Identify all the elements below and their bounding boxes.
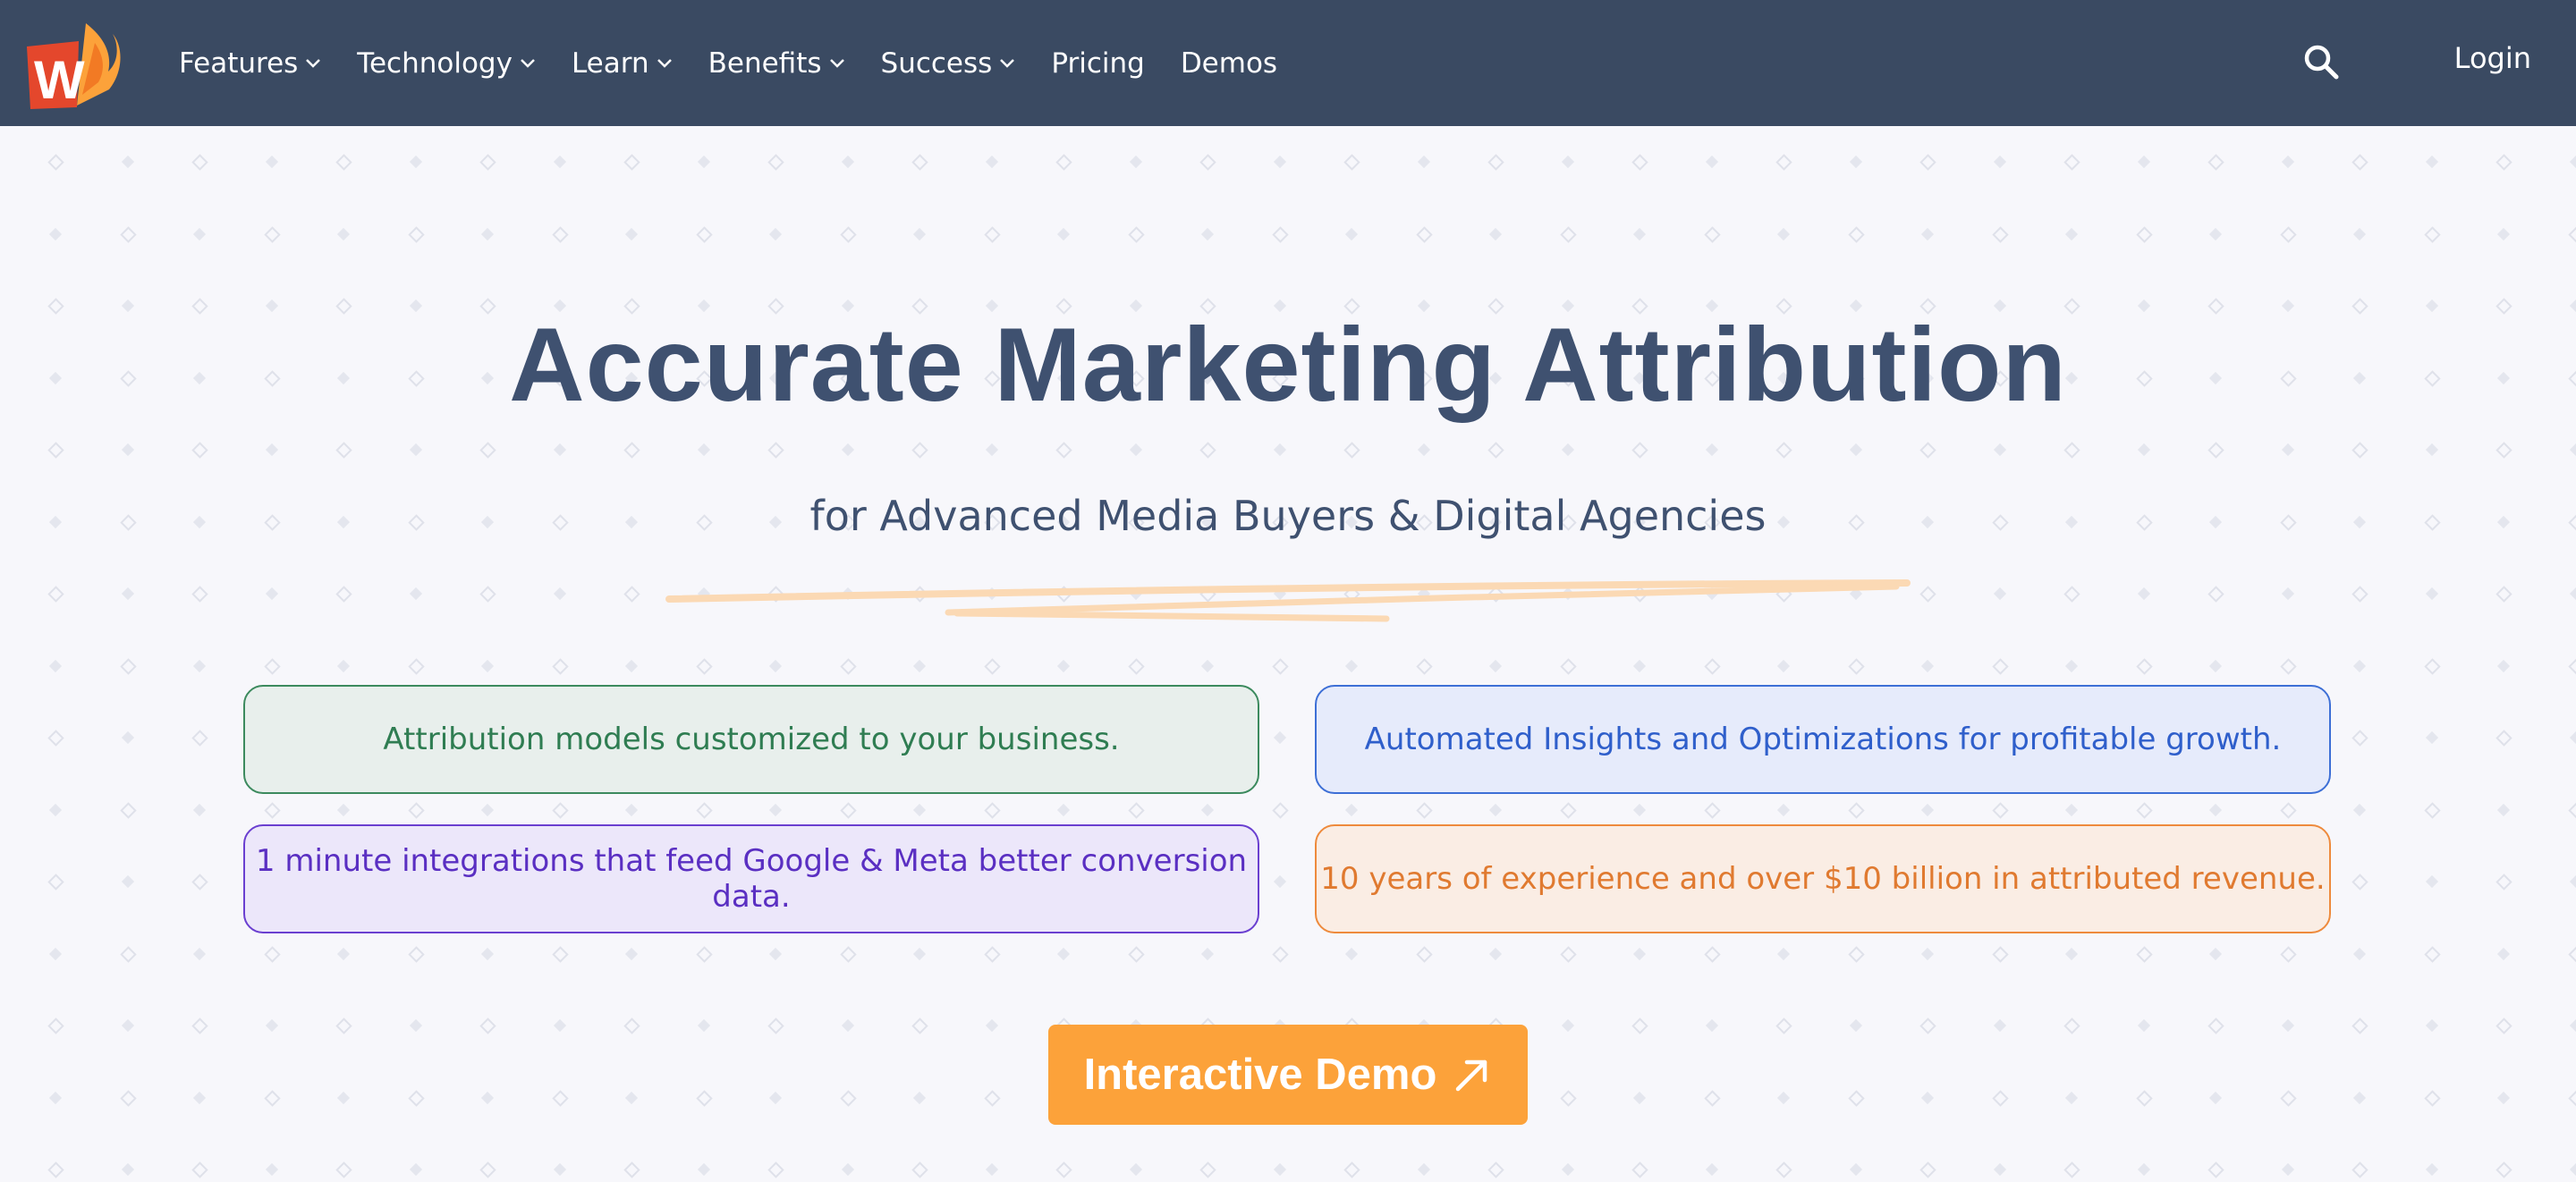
nav-item-label: Demos <box>1180 46 1278 80</box>
nav-item-benefits[interactable]: Benefits <box>708 47 845 80</box>
brand-logo[interactable]: W <box>23 16 122 110</box>
logo-letter: W <box>34 50 85 110</box>
feature-text: Automated Insights and Optimizations for… <box>1364 722 2282 757</box>
feature-text: 10 years of experience and over $10 bill… <box>1320 861 2326 897</box>
search-icon[interactable] <box>2302 43 2340 80</box>
chevron-down-icon <box>521 58 535 68</box>
nav-item-label: Benefits <box>708 46 822 80</box>
nav-item-label: Features <box>179 46 299 80</box>
chevron-down-icon <box>1000 58 1015 68</box>
chevron-down-icon <box>829 58 844 68</box>
main-menu: Features Technology Learn Benefits Succe… <box>179 0 1313 126</box>
hero-title: Accurate Marketing Attribution <box>509 306 2067 423</box>
nav-item-features[interactable]: Features <box>179 47 321 80</box>
nav-item-technology[interactable]: Technology <box>357 47 536 80</box>
nav-item-success[interactable]: Success <box>881 47 1016 80</box>
chevron-down-icon <box>306 58 321 68</box>
feature-card-automated-insights: Automated Insights and Optimizations for… <box>1315 685 2331 794</box>
feature-text: 1 minute integrations that feed Google &… <box>255 843 1248 915</box>
arrow-up-right-icon <box>1456 1060 1487 1092</box>
nav-item-pricing[interactable]: Pricing <box>1051 47 1145 80</box>
nav-item-label: Technology <box>357 46 513 80</box>
nav-item-demos[interactable]: Demos <box>1181 47 1277 80</box>
nav-item-label: Learn <box>571 46 649 80</box>
nav-item-label: Pricing <box>1051 46 1145 80</box>
top-navbar: W Features Technology Learn Benefits Suc… <box>0 0 2576 126</box>
interactive-demo-button[interactable]: Interactive Demo <box>1048 1025 1528 1125</box>
chevron-down-icon <box>657 58 672 68</box>
cta-label: Interactive Demo <box>1083 1051 1437 1099</box>
feature-text: Attribution models customized to your bu… <box>383 722 1120 757</box>
login-link[interactable]: Login <box>2454 41 2531 75</box>
background-pattern <box>0 126 2576 1182</box>
nav-item-label: Success <box>880 46 993 80</box>
nav-item-learn[interactable]: Learn <box>572 47 673 80</box>
hero-subtitle: for Advanced Media Buyers & Digital Agen… <box>809 492 1767 540</box>
underline-scribble <box>665 579 1911 622</box>
feature-card-attribution-models: Attribution models customized to your bu… <box>243 685 1259 794</box>
feature-card-integrations: 1 minute integrations that feed Google &… <box>243 824 1259 933</box>
feature-card-experience: 10 years of experience and over $10 bill… <box>1315 824 2331 933</box>
